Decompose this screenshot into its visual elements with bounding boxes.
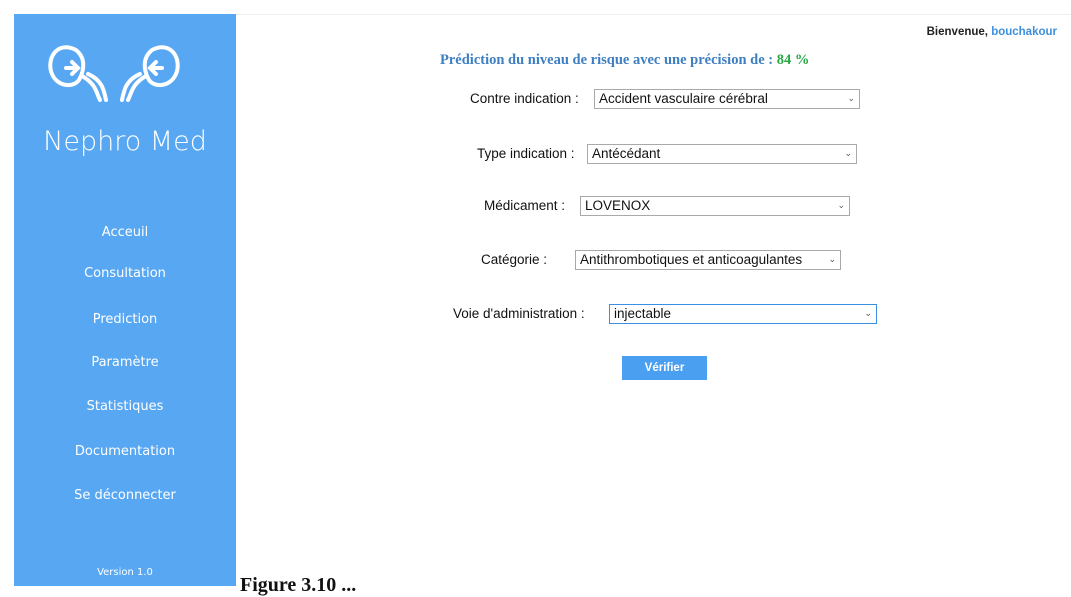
accuracy-value: 84 % [776, 52, 810, 68]
type-indication-label: Type indication : [477, 146, 575, 161]
chevron-down-icon: ⌄ [837, 201, 845, 211]
categorie-select[interactable]: Antithrombotiques et anticoagulantes ⌄ [575, 250, 841, 270]
kidneys-icon [48, 45, 180, 102]
contre-indication-select[interactable]: Accident vasculaire cérébral ⌄ [594, 89, 860, 109]
chevron-down-icon: ⌄ [847, 94, 855, 104]
contre-indication-value: Accident vasculaire cérébral [599, 91, 768, 106]
nav-parametre[interactable]: Paramètre [14, 355, 236, 370]
categorie-value: Antithrombotiques et anticoagulantes [580, 252, 803, 267]
chevron-down-icon: ⌄ [864, 309, 872, 319]
voie-label: Voie d'administration : [453, 306, 585, 321]
type-indication-select[interactable]: Antécédant ⌄ [587, 144, 857, 164]
nav-prediction[interactable]: Prediction [14, 312, 236, 327]
top-divider [236, 14, 1071, 15]
categorie-label: Catégorie : [481, 252, 548, 267]
voie-select[interactable]: injectable ⌄ [609, 304, 877, 324]
verify-button[interactable]: Vérifier [622, 356, 707, 380]
medicament-value: LOVENOX [585, 198, 651, 213]
nav-acceuil[interactable]: Acceuil [14, 225, 236, 240]
medicament-select[interactable]: LOVENOX ⌄ [580, 196, 850, 216]
chevron-down-icon: ⌄ [828, 255, 836, 265]
contre-indication-label: Contre indication : [470, 91, 579, 106]
welcome-label: Bienvenue, [926, 26, 988, 38]
nav-consultation[interactable]: Consultation [14, 266, 236, 281]
nav-statistiques[interactable]: Statistiques [14, 399, 236, 414]
username[interactable]: bouchakour [991, 26, 1057, 38]
page-title: Prédiction du niveau de risque avec une … [440, 52, 809, 69]
welcome-message: Bienvenue, bouchakour [927, 26, 1057, 38]
chevron-down-icon: ⌄ [844, 149, 852, 159]
figure-caption: Figure 3.10 ... [240, 574, 357, 596]
heading-text: Prédiction du niveau de risque avec une … [440, 52, 774, 68]
type-indication-value: Antécédant [592, 146, 661, 161]
nav-documentation[interactable]: Documentation [14, 444, 236, 459]
version-label: Version 1.0 [97, 567, 153, 578]
medicament-label: Médicament : [484, 198, 566, 213]
brand-name: Nephro Med [43, 126, 207, 157]
voie-value: injectable [614, 306, 672, 321]
sidebar: Nephro Med Acceuil Consultation Predicti… [14, 14, 236, 586]
nav-logout[interactable]: Se déconnecter [14, 488, 236, 503]
